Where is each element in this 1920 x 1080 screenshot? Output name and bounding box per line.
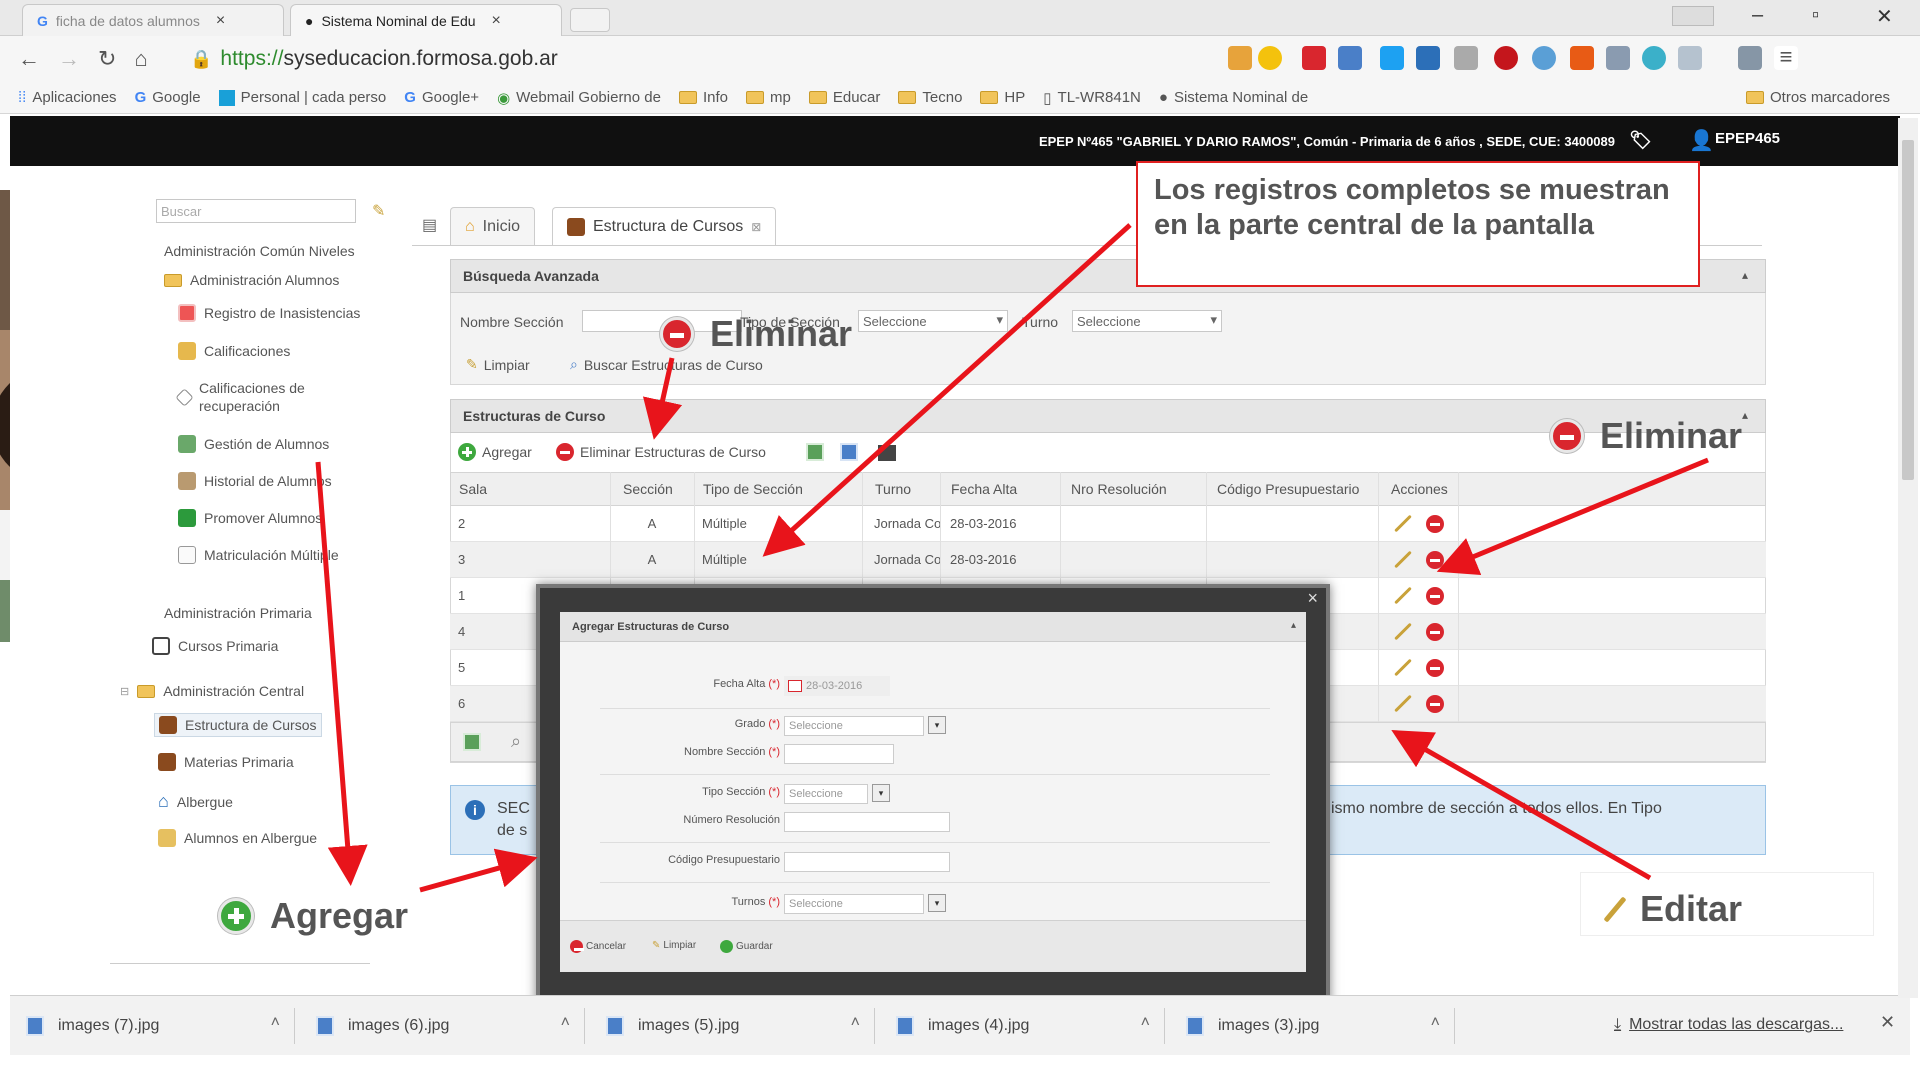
chevron-up-icon[interactable]: ˄: [1141, 1014, 1150, 1032]
chevron-up-icon[interactable]: ˄: [1431, 1014, 1440, 1032]
arrow-to-modal: [419, 848, 538, 893]
image-file-icon: [606, 1016, 624, 1036]
image-file-icon: [1186, 1016, 1204, 1036]
arrow-to-grid: [762, 223, 1132, 557]
chevron-up-icon[interactable]: ˄: [271, 1014, 280, 1032]
show-all-downloads-link[interactable]: ⤓ Mostrar todas las descargas...: [1614, 1016, 1843, 1034]
scrollbar-thumb[interactable]: [1902, 140, 1914, 480]
chevron-up-icon[interactable]: ˄: [561, 1014, 570, 1032]
download-item[interactable]: images (7).jpg ˄: [10, 1008, 295, 1044]
download-item[interactable]: images (3).jpg ˄: [1170, 1008, 1455, 1044]
close-icon[interactable]: ✕: [1880, 1012, 1895, 1033]
arrow-to-row-delete: [1436, 457, 1709, 576]
arrow-from-gestion: [315, 461, 368, 886]
annotation-arrows: [315, 223, 1709, 893]
chevron-up-icon[interactable]: ˄: [851, 1014, 860, 1032]
arrow-to-delete-button: [642, 357, 683, 440]
download-item[interactable]: images (6).jpg ˄: [300, 1008, 585, 1044]
image-file-icon: [896, 1016, 914, 1036]
image-file-icon: [26, 1016, 44, 1036]
download-item[interactable]: images (4).jpg ˄: [880, 1008, 1165, 1044]
downloads-bar: images (7).jpg ˄ images (6).jpg ˄ images (…: [10, 995, 1910, 1055]
image-file-icon: [316, 1016, 334, 1036]
download-item[interactable]: images (5).jpg ˄: [590, 1008, 875, 1044]
download-icon: ⤓: [1614, 1016, 1622, 1033]
arrow-to-edit: [1391, 730, 1652, 881]
